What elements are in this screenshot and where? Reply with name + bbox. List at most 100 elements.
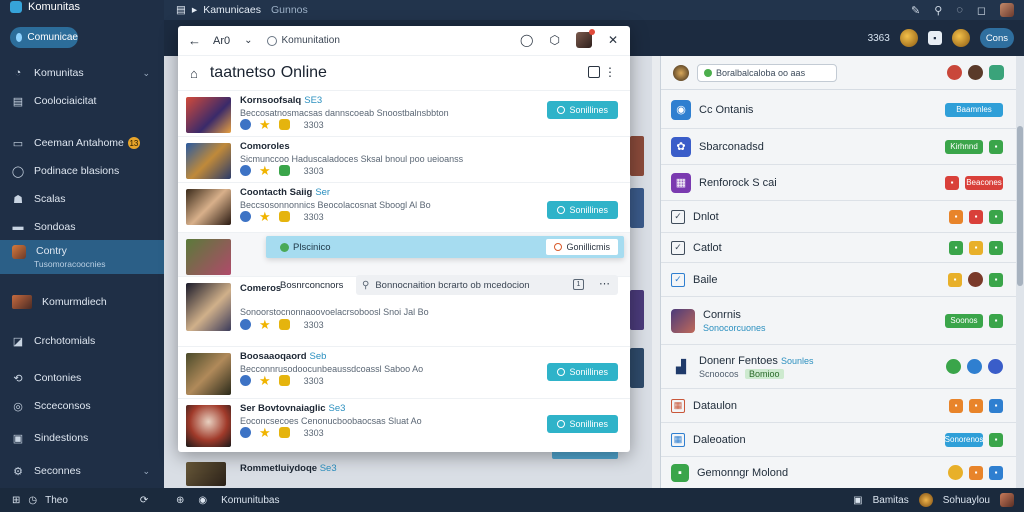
sidebar-item-grid[interactable]: ▣ Sindestions	[0, 426, 164, 450]
list-item[interactable]: ✓ Catlot ▪ ▪ ▪	[661, 233, 1017, 263]
row-icon-button[interactable]: ▪	[949, 398, 963, 413]
sidebar-item-share[interactable]: ⟲ Contonies	[0, 366, 164, 390]
checkbox-icon[interactable]: ✓	[671, 272, 685, 287]
bell-icon[interactable]: ◌	[956, 4, 963, 16]
row-icon-button[interactable]: ▪	[969, 209, 983, 224]
list-item[interactable]: ✓ Baile ▪ ▪	[661, 263, 1017, 297]
avatar[interactable]	[947, 65, 962, 80]
sidebar-item-notes[interactable]: ▭ Ceeman Antahome 13	[0, 131, 164, 155]
sidebar-item-gear[interactable]: ⚙ Seconnes ⌄	[0, 459, 164, 483]
row-icon-button[interactable]: ▪	[969, 240, 983, 255]
cons-button[interactable]: Cons	[979, 28, 1014, 48]
sidebar-item-chat[interactable]: ◯ Podinace blasions	[0, 159, 164, 183]
table-row[interactable]: Comoroles Sicmunccoo Haduscaladoces Sksa…	[178, 136, 630, 182]
row-icon-button[interactable]: ▪	[989, 398, 1003, 413]
layout-icon[interactable]	[588, 66, 600, 78]
sidebar-item-people[interactable]: ☗ Scalas	[0, 187, 164, 211]
square-icon[interactable]: ▣	[853, 495, 862, 506]
row-icon-button[interactable]: ▪	[969, 465, 983, 480]
avatar[interactable]	[918, 493, 933, 507]
checkbox-icon[interactable]: ✓	[671, 209, 685, 224]
sidebar-item-active[interactable]: Contry Tusomoracoocnies	[0, 240, 164, 274]
row-icon-button[interactable]: ▪	[989, 209, 1003, 224]
list-item[interactable]: ▪ Gemonngr Molond ▪ ▪	[661, 457, 1017, 488]
scrollbar-thumb[interactable]	[1017, 126, 1023, 286]
sidebar-item-list[interactable]: ▤ Coolociaicitat	[0, 89, 164, 113]
list-item[interactable]: ▦ Renforock S cai ▪ Beacones	[661, 165, 1017, 201]
row-icon-button[interactable]: ▪	[949, 209, 963, 224]
sidebar-item-komunitas[interactable]: ◔ Komunitas ⌄	[0, 61, 164, 85]
row-icon-button[interactable]	[948, 465, 963, 480]
address-bar[interactable]: Komunitation	[266, 35, 340, 46]
community-pill-button[interactable]: Comunicae	[10, 27, 78, 48]
row-icon-button[interactable]: ▪	[949, 240, 963, 255]
avatar[interactable]	[1000, 493, 1014, 507]
row-icon-button[interactable]: ▪	[948, 272, 962, 287]
table-row[interactable]: Kornsoofsalq SE3 Beccosatnosmacsas dannsc…	[178, 90, 630, 136]
shield-icon[interactable]: ⬡	[549, 33, 559, 47]
row-icon-button[interactable]: ▪	[989, 313, 1003, 328]
square-icon[interactable]: ◻	[977, 4, 986, 17]
row-icon-button[interactable]	[946, 359, 961, 374]
more-horizontal-icon[interactable]: ⋯	[599, 277, 610, 290]
more-vertical-icon[interactable]: ⋮	[604, 66, 616, 78]
avatar[interactable]	[1000, 3, 1014, 17]
row-icon-button[interactable]	[967, 359, 982, 374]
notification-strip[interactable]: Plscinico Gonillicmis	[266, 236, 624, 258]
chat-bubble-icon[interactable]: ◯	[520, 33, 533, 47]
row-action-button[interactable]: Soonos	[945, 313, 983, 328]
row-icon-button[interactable]: ▪	[989, 240, 1003, 255]
filter-chip[interactable]: Boralbalcaloba oo aas	[697, 64, 837, 82]
chevron-down-icon[interactable]: ⌄	[244, 35, 252, 46]
puzzle-icon[interactable]	[989, 65, 1004, 80]
windows-icon[interactable]: ⊞	[12, 495, 20, 506]
row-icon-button[interactable]: ▪	[969, 398, 983, 413]
home-icon[interactable]: ⌂	[190, 66, 198, 81]
avatar[interactable]	[899, 29, 918, 47]
row-icon-button[interactable]: ▪	[989, 432, 1003, 447]
table-row[interactable]: Boosaaoqaord Seb Becconnrusodoocunbeaussd…	[178, 346, 630, 398]
close-icon[interactable]: ✕	[608, 33, 618, 47]
avatar[interactable]	[968, 65, 983, 80]
avatar[interactable]	[968, 272, 983, 287]
sidebar-item-settings[interactable]: ◎ Scceconsos	[0, 394, 164, 418]
checkbox-icon[interactable]: ✓	[671, 240, 685, 255]
row-action-button[interactable]: Kirhnnd	[945, 139, 983, 154]
sidebar-item-flag[interactable]: Komurmdiech	[0, 290, 164, 314]
sidebar-item-bookmark[interactable]: ▬ Sondoas	[0, 215, 164, 239]
list-item[interactable]: ▦ Daleoation Sonorenos ▪	[661, 423, 1017, 457]
link-icon[interactable]: ⚲	[934, 4, 942, 17]
clock-icon[interactable]: ◷	[28, 495, 37, 506]
pen-icon[interactable]: ✎	[911, 4, 920, 17]
back-arrow-icon[interactable]: ←	[188, 33, 201, 48]
row-action-button[interactable]: Sonorenos	[945, 432, 983, 447]
table-row[interactable]: Coontacth Saiig Ser Beccsosonnonnics Beoc…	[178, 182, 630, 232]
table-row[interactable]: Ser Bovtovnaiaglic Se3 Eoconcsecoes Cenon…	[178, 398, 630, 452]
join-button[interactable]: Sonillines	[547, 101, 618, 119]
avatar[interactable]	[673, 65, 689, 81]
avatar[interactable]	[575, 29, 595, 48]
zoom-level[interactable]: Ar0	[213, 35, 230, 47]
filter-icon[interactable]: 1	[573, 279, 584, 290]
search-input[interactable]: ⚲ Bonnocnaition bcrarto ob mcedocion 1 ⋯	[356, 275, 618, 295]
sidebar-item-tag[interactable]: ◪ Crchotomials	[0, 329, 164, 353]
row-action-button[interactable]: Baamnles	[945, 102, 1003, 117]
row-action-button[interactable]: Beacones	[965, 175, 1003, 190]
list-item[interactable]: ✓ Dnlot ▪ ▪ ▪	[661, 201, 1017, 233]
row-icon-button[interactable]	[988, 359, 1003, 374]
list-item[interactable]: Conrnis Sonocorcuones Soonos ▪	[661, 297, 1017, 345]
list-item[interactable]: ✿ Sbarconadsd Kirhnnd ▪	[661, 129, 1017, 165]
refresh-icon[interactable]: ⟳	[140, 495, 148, 506]
row-icon-button[interactable]: ▪	[989, 465, 1003, 480]
list-item[interactable]: ◉ Cc Ontanis Baamnles	[661, 91, 1017, 129]
join-button[interactable]: Sonillines	[547, 363, 618, 381]
save-icon[interactable]: ▪	[927, 31, 942, 45]
list-item[interactable]: ▟ Donenr Fentoes Sounles Scnoocos Bomioo	[661, 345, 1017, 389]
row-icon-button[interactable]: ▪	[989, 139, 1003, 154]
avatar[interactable]	[951, 29, 970, 47]
scrollbar[interactable]	[1016, 56, 1024, 488]
row-icon-button[interactable]: ▪	[989, 272, 1003, 287]
row-icon-button[interactable]: ▪	[945, 175, 959, 190]
join-button[interactable]: Sonillines	[547, 415, 618, 433]
apps-icon[interactable]: ◉	[198, 495, 207, 506]
